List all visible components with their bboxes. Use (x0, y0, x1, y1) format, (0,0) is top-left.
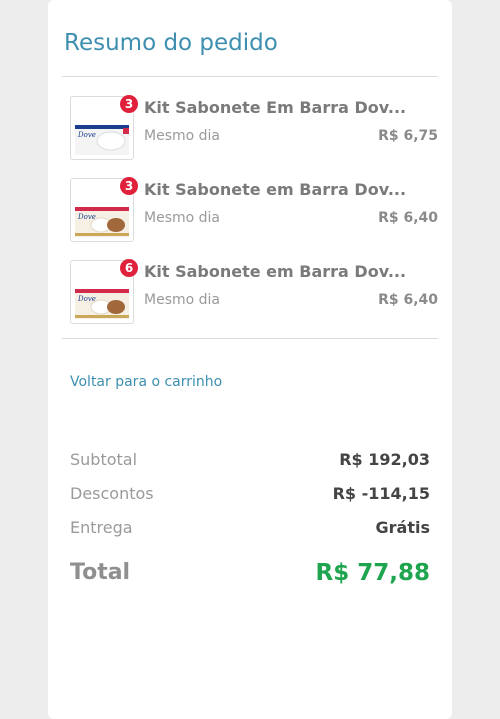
delivery-label: Entrega (70, 518, 133, 537)
divider (62, 338, 438, 339)
svg-text:Dove: Dove (77, 295, 96, 303)
item-delivery: Mesmo dia (144, 128, 220, 144)
item-name: Kit Sabonete Em Barra Dov... (144, 98, 407, 117)
delivery-row: Entrega Grátis (70, 518, 430, 542)
page-title: Resumo do pedido (64, 30, 278, 56)
discount-value: R$ -114,15 (332, 484, 430, 503)
back-to-cart-link[interactable]: Voltar para o carrinho (70, 374, 222, 390)
quantity-badge: 6 (120, 259, 138, 277)
subtotal-value: R$ 192,03 (339, 450, 430, 469)
subtotal-label: Subtotal (70, 450, 138, 469)
list-item: Dove 3 Kit Sabonete em Barra Dov... Mesm… (70, 177, 438, 244)
item-price: R$ 6,40 (378, 292, 438, 308)
discount-label: Descontos (70, 484, 154, 503)
item-delivery: Mesmo dia (144, 292, 220, 308)
svg-text:Dove: Dove (77, 213, 96, 221)
item-price: R$ 6,40 (378, 210, 438, 226)
list-item: Dove 6 Kit Sabonete em Barra Dov... Mesm… (70, 259, 438, 326)
list-item: Dove 3 Kit Sabonete Em Barra Dov... Mesm… (70, 95, 438, 162)
divider (62, 76, 438, 77)
quantity-badge: 3 (120, 95, 138, 113)
discount-row: Descontos R$ -114,15 (70, 484, 430, 508)
subtotal-row: Subtotal R$ 192,03 (70, 450, 430, 474)
total-row: Total R$ 77,88 (70, 560, 430, 592)
item-delivery: Mesmo dia (144, 210, 220, 226)
quantity-badge: 3 (120, 177, 138, 195)
total-value: R$ 77,88 (315, 560, 430, 586)
delivery-value: Grátis (375, 518, 430, 537)
order-summary-card: Resumo do pedido Dove 3 Kit Sabonete Em … (48, 0, 452, 719)
total-label: Total (70, 560, 131, 585)
item-price: R$ 6,75 (378, 128, 438, 144)
item-name: Kit Sabonete em Barra Dov... (144, 262, 407, 281)
item-name: Kit Sabonete em Barra Dov... (144, 180, 407, 199)
svg-text:Dove: Dove (77, 131, 96, 139)
